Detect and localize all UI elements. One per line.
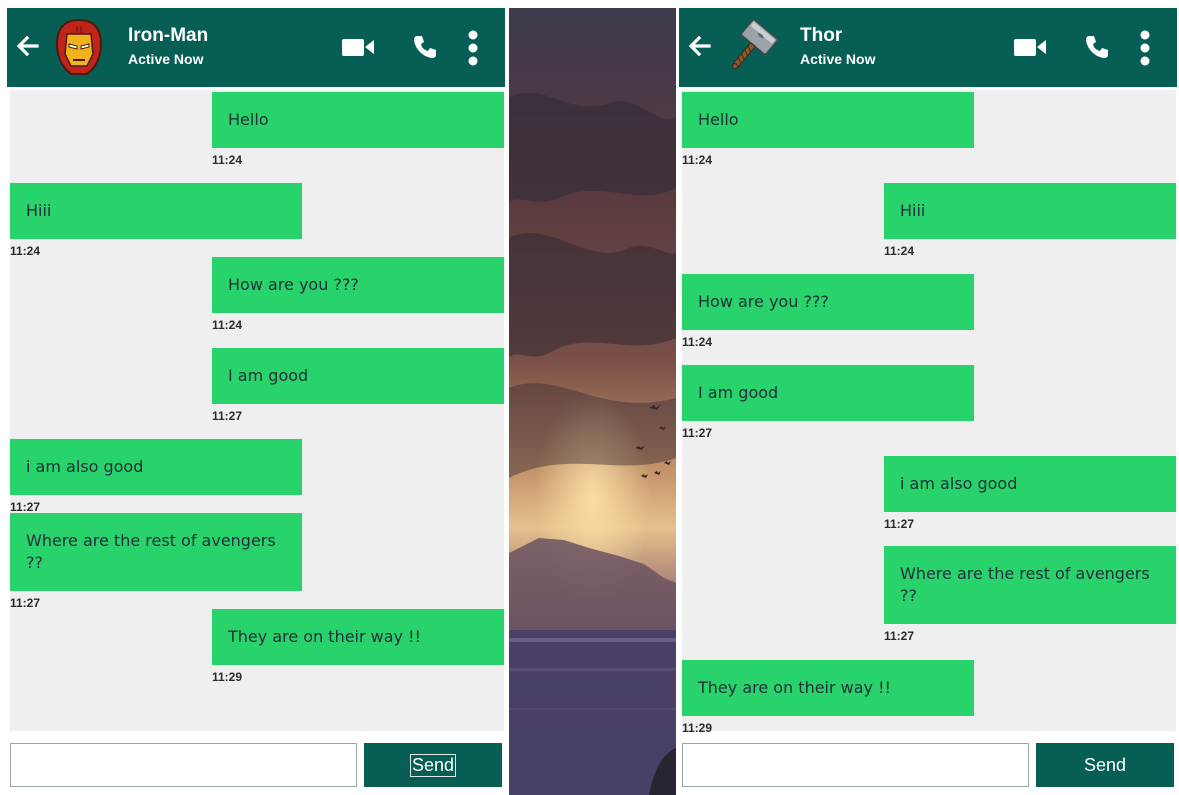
message-bubble: How are you ??? bbox=[682, 274, 974, 330]
message-bubble: How are you ??? bbox=[212, 257, 504, 313]
phone-icon[interactable] bbox=[1084, 34, 1110, 60]
message-time: 11:29 bbox=[682, 721, 713, 735]
iron-man-helmet-icon[interactable] bbox=[53, 18, 105, 76]
chat-header: Thor Active Now bbox=[679, 8, 1177, 87]
message-list[interactable]: Hello 11:24 Hiii 11:24 How are you ??? 1… bbox=[10, 90, 504, 731]
message-time: 11:27 bbox=[212, 409, 243, 423]
video-call-icon[interactable] bbox=[341, 36, 377, 58]
message-time: 11:24 bbox=[212, 153, 243, 167]
message-bubble: i am also good bbox=[10, 439, 302, 495]
message-time: 11:27 bbox=[10, 500, 41, 514]
message-time: 11:24 bbox=[10, 244, 41, 258]
send-button[interactable]: Send bbox=[1036, 743, 1174, 787]
send-button-label: Send bbox=[1083, 754, 1127, 775]
send-button-label: Send bbox=[409, 753, 457, 777]
message-time: 11:27 bbox=[884, 629, 915, 643]
message-time: 11:27 bbox=[682, 426, 713, 440]
background-landscape-image bbox=[509, 8, 676, 795]
message-time: 11:24 bbox=[682, 153, 713, 167]
chat-header: Iron-Man Active Now bbox=[7, 8, 505, 87]
message-bubble: They are on their way !! bbox=[682, 660, 974, 716]
more-options-icon[interactable] bbox=[1138, 30, 1152, 66]
message-time: 11:24 bbox=[212, 318, 243, 332]
back-arrow-icon[interactable] bbox=[685, 32, 713, 60]
chat-window-thor: Thor Active Now Hello 11:24 Hiii 11:24 H… bbox=[679, 8, 1177, 795]
back-arrow-icon[interactable] bbox=[13, 32, 41, 60]
message-bubble: Hello bbox=[212, 92, 504, 148]
send-button[interactable]: Send bbox=[364, 743, 502, 787]
message-bubble: Where are the rest of avengers ?? bbox=[884, 546, 1176, 624]
message-time: 11:24 bbox=[884, 244, 915, 258]
contact-name: Thor bbox=[800, 25, 843, 46]
chat-window-iron-man: Iron-Man Active Now Hello 11:24 Hiii 11:… bbox=[7, 8, 505, 795]
message-time: 11:27 bbox=[10, 596, 41, 610]
phone-icon[interactable] bbox=[412, 34, 438, 60]
message-bubble: Hiii bbox=[884, 183, 1176, 239]
message-input[interactable] bbox=[10, 743, 357, 787]
video-call-icon[interactable] bbox=[1013, 36, 1049, 58]
more-options-icon[interactable] bbox=[466, 30, 480, 66]
message-time: 11:24 bbox=[682, 335, 713, 349]
message-list[interactable]: Hello 11:24 Hiii 11:24 How are you ??? 1… bbox=[682, 90, 1176, 735]
message-time: 11:29 bbox=[212, 670, 243, 684]
contact-name: Iron-Man bbox=[128, 25, 209, 46]
thor-hammer-icon[interactable] bbox=[725, 18, 777, 76]
message-bubble: Where are the rest of avengers ?? bbox=[10, 513, 302, 591]
message-bubble: i am also good bbox=[884, 456, 1176, 512]
message-bubble: They are on their way !! bbox=[212, 609, 504, 665]
message-bubble: I am good bbox=[682, 365, 974, 421]
message-input[interactable] bbox=[682, 743, 1029, 787]
message-time: 11:27 bbox=[884, 517, 915, 531]
message-bubble: Hiii bbox=[10, 183, 302, 239]
contact-status: Active Now bbox=[800, 51, 876, 67]
contact-status: Active Now bbox=[128, 51, 204, 67]
message-bubble: Hello bbox=[682, 92, 974, 148]
message-bubble: I am good bbox=[212, 348, 504, 404]
